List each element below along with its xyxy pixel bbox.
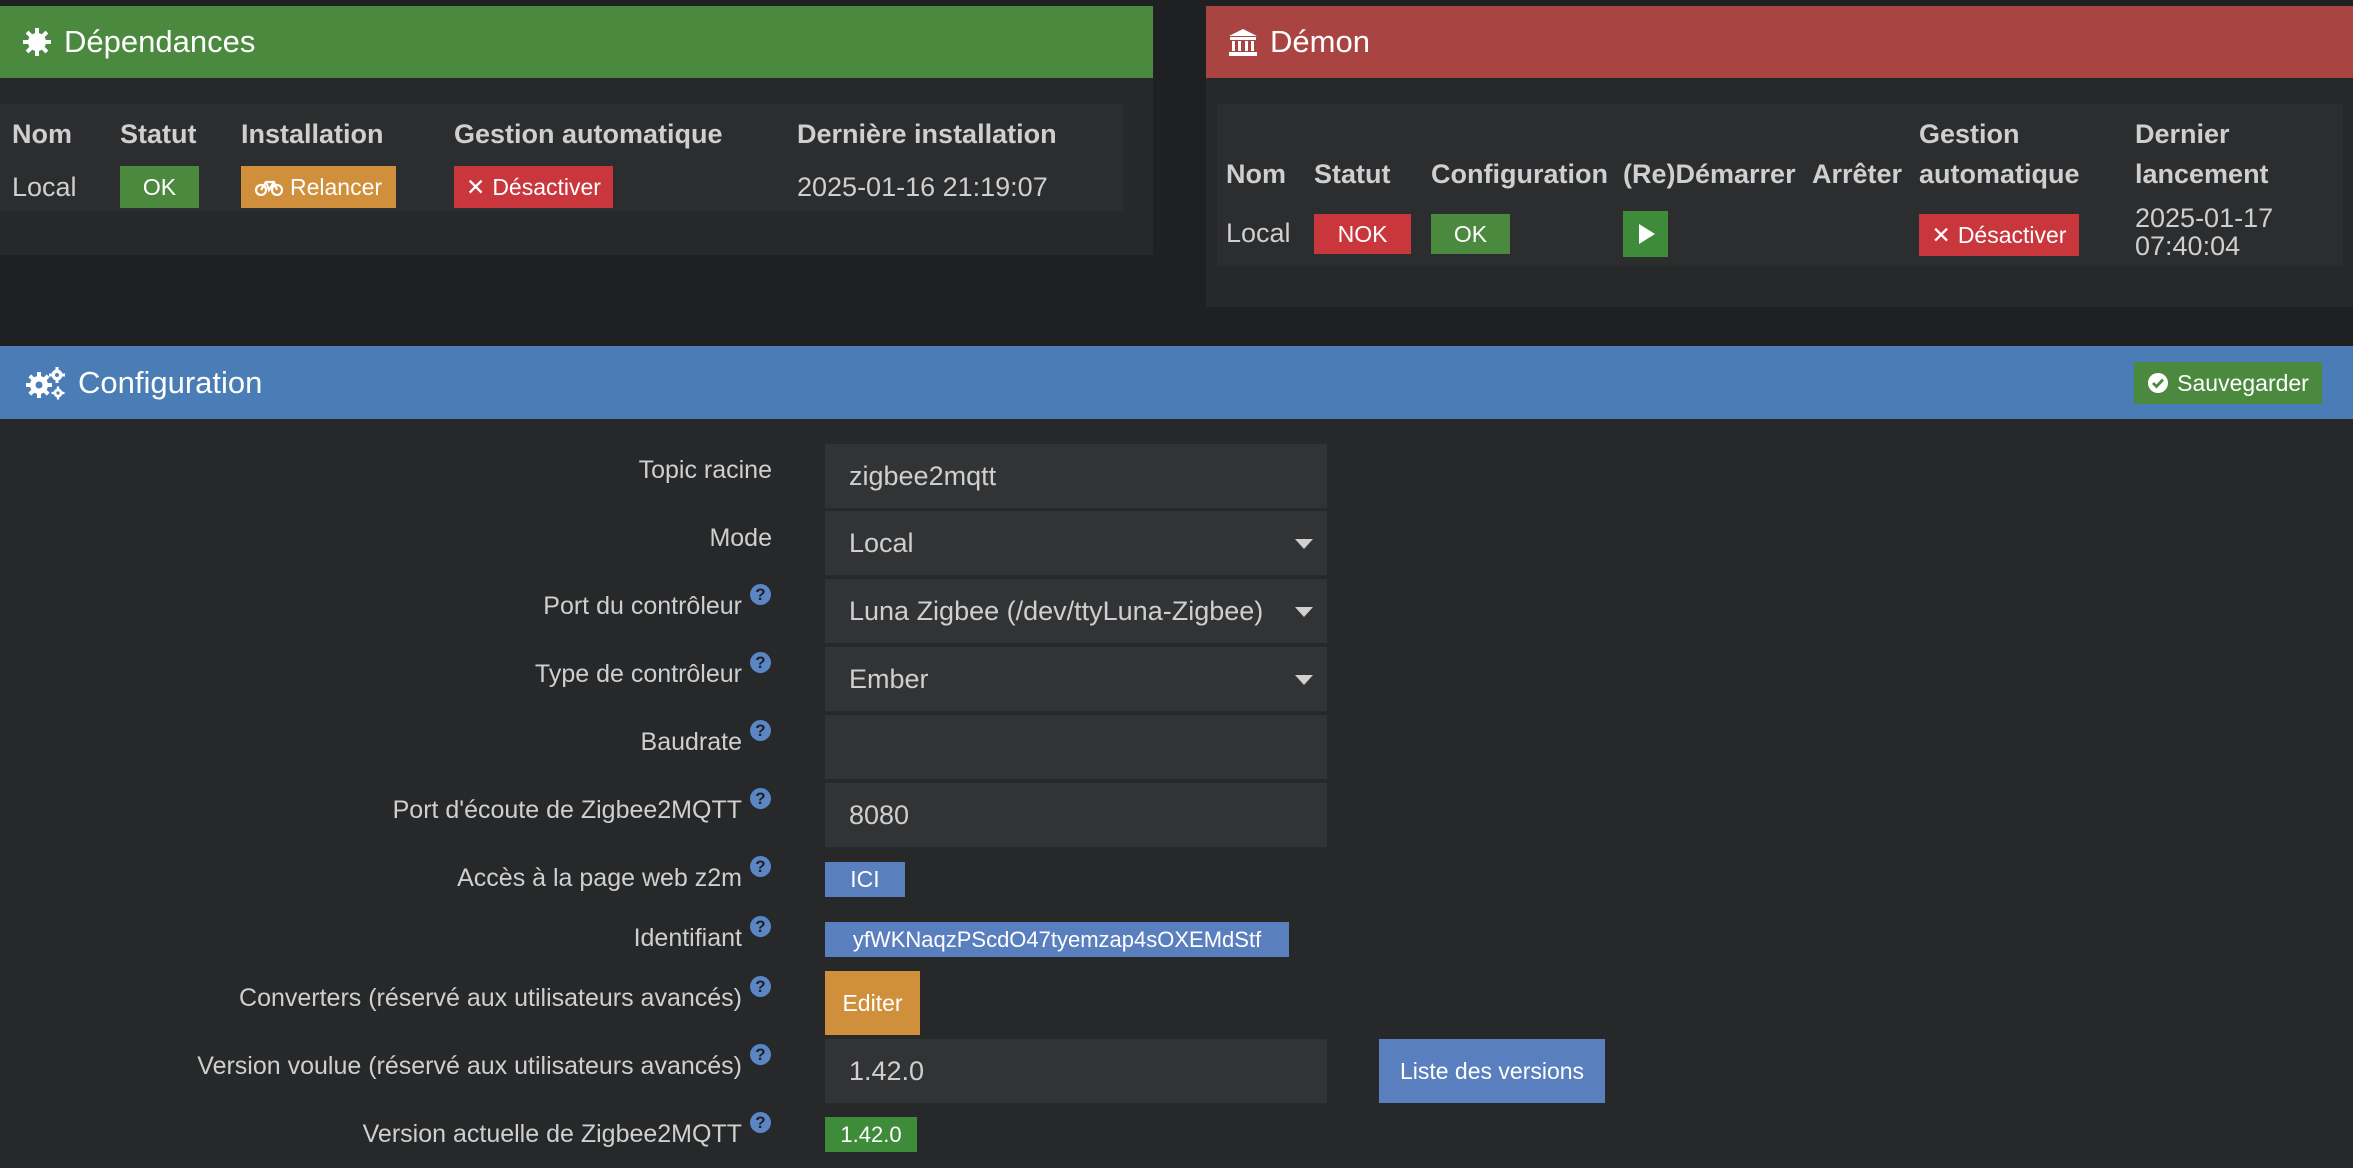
question-circle-icon[interactable]: ? <box>750 1044 771 1065</box>
baudrate-input[interactable] <box>825 715 1327 779</box>
daemon-col-last-line1: Dernier <box>2135 119 2230 149</box>
converters-label: Converters (réservé aux utilisateurs ava… <box>239 984 742 1012</box>
dep-deactivate-label: Désactiver <box>492 173 601 200</box>
topic-value: zigbee2mqtt <box>849 460 997 491</box>
gear-icon <box>22 27 52 57</box>
caret-down-icon <box>1295 675 1313 685</box>
play-icon <box>1636 223 1656 245</box>
relaunch-label: Relancer <box>289 173 383 200</box>
cogs-icon <box>26 366 66 400</box>
daemon-row-name: Local <box>1226 218 1291 248</box>
daemon-col-last-line2: lancement <box>2135 159 2269 189</box>
dep-status-badge: OK <box>120 166 199 208</box>
relaunch-button[interactable]: Relancer <box>241 166 396 208</box>
identifier-value: yfWKNaqzPScdO47tyemzap4sOXEMdStf <box>825 922 1289 957</box>
times-icon: ✕ <box>466 173 486 200</box>
dep-col-name: Nom <box>12 119 72 149</box>
check-circle-icon <box>2147 372 2169 394</box>
daemon-table: Nom Statut Configuration (Re)Démarrer Ar… <box>1217 104 2343 266</box>
daemon-col-status: Statut <box>1314 159 1391 189</box>
web-page-link[interactable]: ICI <box>825 862 905 897</box>
daemon-title: Démon <box>1270 24 1370 59</box>
start-daemon-button[interactable] <box>1623 211 1668 257</box>
dependencies-header: Dépendances <box>0 6 1153 78</box>
wanted-version-input[interactable]: 1.42.0 <box>825 1039 1327 1103</box>
question-circle-icon[interactable]: ? <box>750 976 771 997</box>
question-circle-icon[interactable]: ? <box>750 788 771 809</box>
mode-value: Local <box>849 527 914 558</box>
dependencies-title: Dépendances <box>64 24 256 59</box>
configuration-title: Configuration <box>78 364 263 400</box>
daemon-col-restart: (Re)Démarrer <box>1623 159 1796 189</box>
question-circle-icon[interactable]: ? <box>750 916 771 937</box>
configuration-header: Configuration <box>0 346 2353 419</box>
current-version-badge: 1.42.0 <box>825 1117 917 1152</box>
listen-port-label: Port d'écoute de Zigbee2MQTT <box>392 796 742 824</box>
type-select[interactable]: Ember <box>825 647 1327 711</box>
current-version-label: Version actuelle de Zigbee2MQTT <box>362 1120 742 1148</box>
daemon-col-stop: Arrêter <box>1812 159 1903 189</box>
mode-label: Mode <box>709 524 772 552</box>
question-circle-icon[interactable]: ? <box>750 856 771 877</box>
question-circle-icon[interactable]: ? <box>750 720 771 741</box>
caret-down-icon <box>1295 539 1313 549</box>
dependencies-table: Nom Statut Installation Gestion automati… <box>0 104 1123 211</box>
daemon-deactivate-label: Désactiver <box>1957 221 2067 248</box>
daemon-config-badge: OK <box>1431 214 1510 254</box>
daemon-last-date: 2025-01-17 <box>2135 203 2274 233</box>
save-button[interactable]: Sauvegarder <box>2134 362 2322 404</box>
listen-port-input[interactable]: 8080 <box>825 783 1327 847</box>
dep-deactivate-button[interactable]: ✕ Désactiver <box>454 166 613 208</box>
daemon-col-name: Nom <box>1226 159 1286 189</box>
wanted-version-value: 1.42.0 <box>849 1055 925 1086</box>
topic-label: Topic racine <box>638 456 772 484</box>
dep-col-install: Installation <box>241 119 384 149</box>
bicycle-icon <box>254 178 283 196</box>
web-access-label: Accès à la page web z2m <box>457 864 742 892</box>
daemon-header: Démon <box>1206 6 2353 78</box>
port-label: Port du contrôleur <box>543 592 742 620</box>
edit-converters-button[interactable]: Editer <box>825 971 920 1035</box>
topic-input[interactable]: zigbee2mqtt <box>825 444 1327 508</box>
daemon-deactivate-button[interactable]: ✕ Désactiver <box>1919 214 2079 256</box>
wanted-version-label: Version voulue (réservé aux utilisateurs… <box>197 1052 742 1080</box>
dep-last-install: 2025-01-16 21:19:07 <box>797 172 1048 202</box>
daemon-col-auto-line1: Gestion <box>1919 119 2020 149</box>
dep-row-name: Local <box>12 172 77 202</box>
daemon-col-auto-line2: automatique <box>1919 159 2080 189</box>
question-circle-icon[interactable]: ? <box>750 584 771 605</box>
save-label: Sauvegarder <box>2177 369 2309 396</box>
port-value: Luna Zigbee (/dev/ttyLuna-Zigbee) <box>849 595 1264 626</box>
type-value: Ember <box>849 663 929 694</box>
daemon-last-time: 07:40:04 <box>2135 231 2241 261</box>
question-circle-icon[interactable]: ? <box>750 652 771 673</box>
times-icon: ✕ <box>1931 221 1951 248</box>
mode-select[interactable]: Local <box>825 511 1327 575</box>
caret-down-icon <box>1295 607 1313 617</box>
dep-col-last: Dernière installation <box>797 119 1057 149</box>
dep-col-auto: Gestion automatique <box>454 119 723 149</box>
daemon-col-config: Configuration <box>1431 159 1608 189</box>
type-label: Type de contrôleur <box>534 660 742 688</box>
port-select[interactable]: Luna Zigbee (/dev/ttyLuna-Zigbee) <box>825 579 1327 643</box>
bank-icon <box>1228 27 1258 57</box>
listen-port-value: 8080 <box>849 799 910 830</box>
baudrate-label: Baudrate <box>640 728 742 756</box>
identifier-label: Identifiant <box>633 924 742 952</box>
daemon-status-badge: NOK <box>1314 214 1411 254</box>
versions-list-button[interactable]: Liste des versions <box>1379 1039 1605 1103</box>
question-circle-icon[interactable]: ? <box>750 1112 771 1133</box>
dep-col-status: Statut <box>120 119 197 149</box>
